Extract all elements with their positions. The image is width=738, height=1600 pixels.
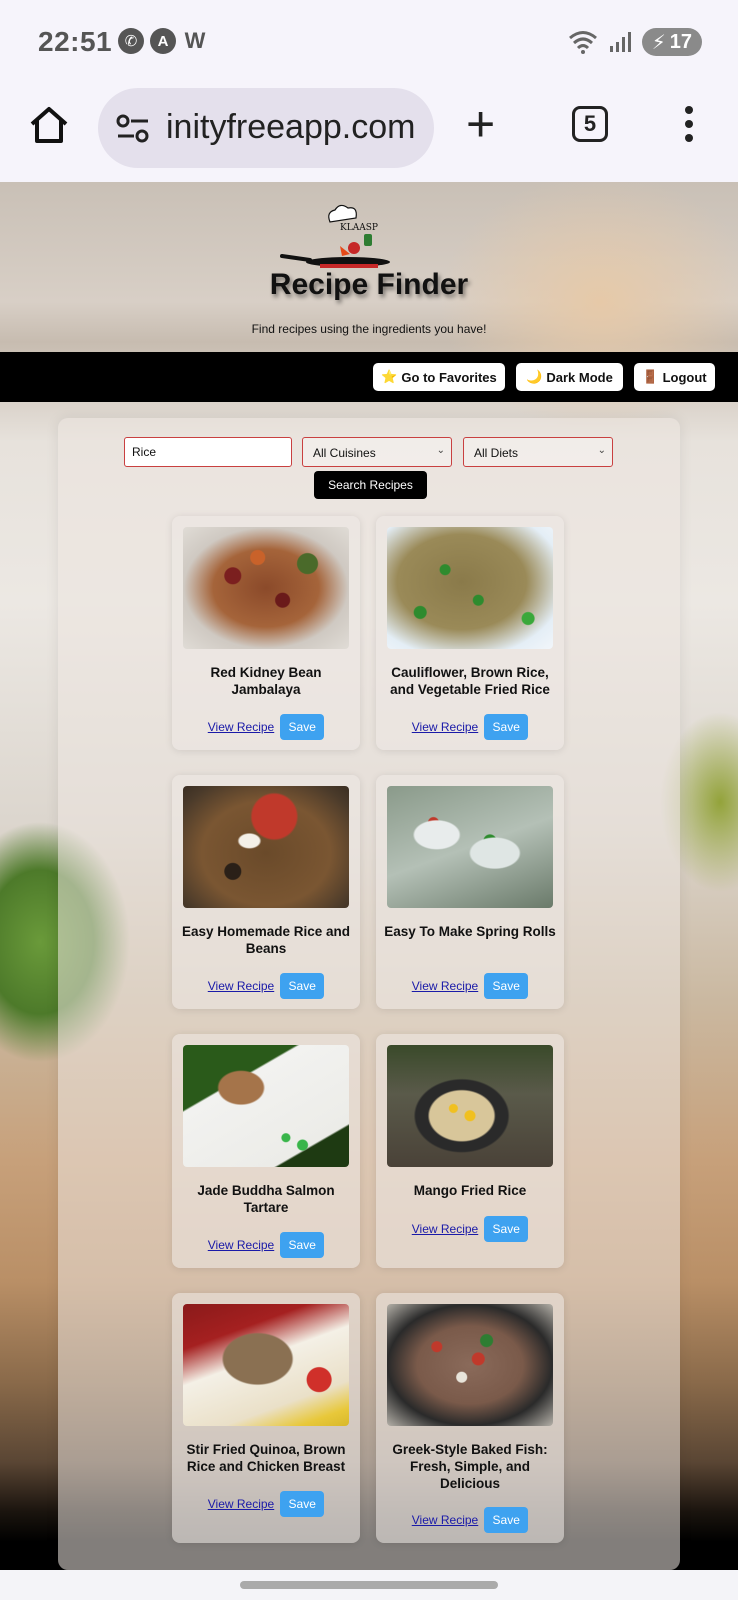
recipe-card: Greek-Style Baked Fish: Fresh, Simple, a… bbox=[376, 1293, 564, 1543]
app-a-icon: A bbox=[150, 28, 176, 54]
clock: 22:51 bbox=[38, 26, 113, 57]
save-button[interactable]: Save bbox=[484, 1507, 529, 1533]
logo-text: KLAASP bbox=[340, 223, 378, 233]
more-menu-icon[interactable] bbox=[682, 106, 696, 146]
whatsapp-icon: ✆ bbox=[118, 28, 144, 54]
web-page: KLAASP Recipe Finder Find recipes using … bbox=[0, 182, 738, 1570]
cuisine-select-value: All Cuisines bbox=[313, 446, 376, 460]
recipe-title: Easy To Make Spring Rolls bbox=[384, 924, 556, 939]
save-button[interactable]: Save bbox=[280, 1491, 325, 1517]
new-tab-icon[interactable]: + bbox=[466, 99, 495, 149]
logout-label: Logout bbox=[662, 369, 707, 385]
view-recipe-link[interactable]: View Recipe bbox=[208, 720, 274, 734]
recipe-image bbox=[387, 1304, 553, 1426]
recipe-title: Red Kidney Bean Jambalaya bbox=[210, 665, 322, 697]
recipe-card: Mango Fried Rice View Recipe Save bbox=[376, 1034, 564, 1268]
go-to-favorites-button[interactable]: ⭐ Go to Favorites bbox=[373, 363, 505, 391]
gesture-bar bbox=[0, 1570, 738, 1600]
page-subtitle: Find recipes using the ingredients you h… bbox=[251, 322, 487, 336]
diet-select-value: All Diets bbox=[474, 446, 519, 460]
recipe-title: Mango Fried Rice bbox=[413, 1183, 527, 1198]
recipe-image bbox=[183, 786, 349, 908]
ingredient-search-input[interactable] bbox=[124, 437, 292, 467]
address-bar[interactable]: inityfreeapp.com bbox=[98, 88, 434, 168]
status-bar: 22:51 ✆ A W ⚡ 17 bbox=[0, 0, 738, 86]
view-recipe-link[interactable]: View Recipe bbox=[412, 1222, 478, 1236]
cuisine-select[interactable]: All Cuisines ⌄ bbox=[302, 437, 452, 467]
recipe-image bbox=[387, 1045, 553, 1167]
view-recipe-link[interactable]: View Recipe bbox=[412, 979, 478, 993]
chevron-down-icon: ⌄ bbox=[597, 445, 606, 456]
recipe-card: Cauliflower, Brown Rice, and Vegetable F… bbox=[376, 516, 564, 750]
door-icon: 🚪 bbox=[642, 369, 659, 384]
save-button[interactable]: Save bbox=[280, 973, 325, 999]
dark-mode-button[interactable]: 🌙 Dark Mode bbox=[516, 363, 623, 391]
save-button[interactable]: Save bbox=[484, 1216, 529, 1242]
signal-icon bbox=[609, 32, 631, 52]
home-indicator[interactable] bbox=[240, 1581, 498, 1589]
star-icon: ⭐ bbox=[381, 369, 398, 384]
recipe-title: Greek-Style Baked Fish: Fresh, Simple, a… bbox=[392, 1442, 548, 1491]
save-button[interactable]: Save bbox=[484, 973, 529, 999]
recipe-image bbox=[183, 1045, 349, 1167]
site-logo: KLAASP bbox=[280, 204, 390, 268]
search-recipes-button[interactable]: Search Recipes bbox=[314, 471, 427, 499]
recipe-card: Jade Buddha Salmon Tartare View Recipe S… bbox=[172, 1034, 360, 1268]
recipe-card: Red Kidney Bean Jambalaya View Recipe Sa… bbox=[172, 516, 360, 750]
view-recipe-link[interactable]: View Recipe bbox=[208, 1238, 274, 1252]
tab-switcher-button[interactable]: 5 bbox=[572, 106, 608, 142]
recipe-image bbox=[183, 1304, 349, 1426]
wifi-icon bbox=[568, 31, 597, 54]
battery-level: 17 bbox=[669, 30, 692, 53]
recipe-title: Cauliflower, Brown Rice, and Vegetable F… bbox=[390, 665, 550, 697]
chevron-down-icon: ⌄ bbox=[436, 445, 445, 456]
page-title: Recipe Finder bbox=[269, 268, 469, 301]
recipe-card: Easy Homemade Rice and Beans View Recipe… bbox=[172, 775, 360, 1009]
top-nav: ⭐ Go to Favorites 🌙 Dark Mode 🚪 Logout bbox=[0, 352, 738, 402]
home-icon[interactable] bbox=[28, 104, 70, 146]
dark-mode-label: Dark Mode bbox=[546, 369, 613, 385]
view-recipe-link[interactable]: View Recipe bbox=[208, 1497, 274, 1511]
moon-icon: 🌙 bbox=[526, 369, 543, 384]
view-recipe-link[interactable]: View Recipe bbox=[208, 979, 274, 993]
browser-toolbar: inityfreeapp.com + 5 bbox=[0, 86, 738, 182]
recipe-card: Easy To Make Spring Rolls View Recipe Sa… bbox=[376, 775, 564, 1009]
recipe-panel bbox=[58, 418, 680, 1570]
recipe-title: Stir Fried Quinoa, Brown Rice and Chicke… bbox=[186, 1442, 346, 1474]
view-recipe-link[interactable]: View Recipe bbox=[412, 720, 478, 734]
recipe-image bbox=[183, 527, 349, 649]
recipe-card: Stir Fried Quinoa, Brown Rice and Chicke… bbox=[172, 1293, 360, 1543]
page-header: KLAASP Recipe Finder Find recipes using … bbox=[0, 182, 738, 352]
recipe-title: Jade Buddha Salmon Tartare bbox=[197, 1183, 335, 1215]
recipe-image bbox=[387, 786, 553, 908]
url-text[interactable]: inityfreeapp.com bbox=[166, 108, 415, 147]
logout-button[interactable]: 🚪 Logout bbox=[634, 363, 715, 391]
recipe-image bbox=[387, 527, 553, 649]
view-recipe-link[interactable]: View Recipe bbox=[412, 1513, 478, 1527]
battery-icon: ⚡ 17 bbox=[641, 28, 702, 56]
app-w-icon: W bbox=[184, 28, 206, 53]
diet-select[interactable]: All Diets ⌄ bbox=[463, 437, 613, 467]
save-button[interactable]: Save bbox=[280, 714, 325, 740]
save-button[interactable]: Save bbox=[280, 1232, 325, 1258]
site-settings-icon[interactable] bbox=[116, 114, 150, 144]
save-button[interactable]: Save bbox=[484, 714, 529, 740]
recipe-title: Easy Homemade Rice and Beans bbox=[181, 924, 351, 956]
favorites-label: Go to Favorites bbox=[401, 369, 497, 385]
